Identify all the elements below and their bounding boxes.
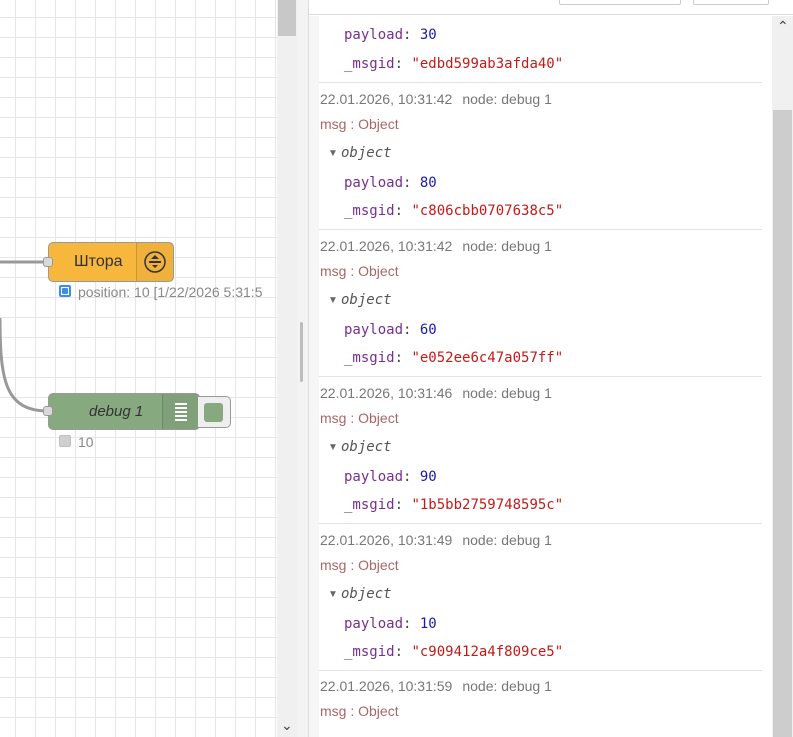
payload-property: payload: 60	[344, 322, 437, 338]
debug-input-port[interactable]	[43, 406, 53, 416]
shtora-node-label: Штора	[74, 253, 123, 270]
blinds-icon	[144, 251, 166, 273]
message-topic: msg : Object	[320, 116, 399, 132]
debug-message: 22.01.2026, 10:31:49 node: debug 1 msg : …	[319, 524, 762, 671]
canvas-scroll-thumb[interactable]	[278, 0, 296, 36]
debug-node[interactable]: debug 1	[48, 393, 200, 430]
message-node-link[interactable]: node: debug 1	[462, 91, 552, 107]
message-timestamp: 22.01.2026, 10:31:49	[320, 532, 453, 548]
msgid-property: _msgid: "edbd599ab3afda40"	[344, 56, 564, 72]
object-label[interactable]: object	[341, 439, 392, 455]
toolbar-divider	[309, 14, 793, 15]
caret-down-icon[interactable]: ▼	[328, 295, 338, 306]
shtora-node[interactable]: Штора	[48, 242, 174, 282]
caret-down-icon[interactable]: ▼	[328, 442, 338, 453]
message-meta: 22.01.2026, 10:31:46 node: debug 1	[320, 385, 552, 401]
list-gutter	[309, 16, 319, 737]
debug-status-dot	[59, 435, 71, 447]
object-label[interactable]: object	[341, 586, 392, 602]
msgid-property: _msgid: "e052ee6c47a057ff"	[344, 350, 564, 366]
message-timestamp: 22.01.2026, 10:31:42	[320, 238, 453, 254]
message-timestamp: 22.01.2026, 10:31:42	[320, 91, 453, 107]
debug-message: 22.01.2026, 10:31:42 node: debug 1 msg : …	[319, 230, 762, 377]
wires	[0, 260, 49, 413]
object-label[interactable]: object	[341, 292, 392, 308]
panel-splitter[interactable]	[297, 0, 309, 737]
message-topic: msg : Object	[320, 703, 399, 719]
debug-message: payload: 30 _msgid: "edbd599ab3afda40"	[319, 16, 762, 83]
canvas-scrollbar[interactable]: ⌄	[277, 0, 297, 737]
shtora-input-port[interactable]	[43, 257, 53, 267]
caret-down-icon[interactable]: ▼	[328, 148, 338, 159]
msgid-property: _msgid: "c909412a4f809ce5"	[344, 644, 564, 660]
debug-toggle-knob	[204, 403, 223, 422]
debug-list-scrollbar[interactable]: ⌃	[772, 16, 793, 737]
message-topic: msg : Object	[320, 263, 399, 279]
chevron-up-icon[interactable]: ⌃	[777, 18, 789, 35]
debug-node-label: debug 1	[89, 403, 144, 420]
debug-message: 22.01.2026, 10:31:59 node: debug 1 msg : …	[319, 671, 762, 737]
message-timestamp: 22.01.2026, 10:31:46	[320, 385, 453, 401]
debug-icon-area	[162, 394, 199, 429]
payload-property: payload: 10	[344, 616, 437, 632]
message-timestamp: 22.01.2026, 10:31:59	[320, 678, 453, 694]
message-meta: 22.01.2026, 10:31:42 node: debug 1	[320, 238, 552, 254]
debug-sidebar: payload: 30 _msgid: "edbd599ab3afda40" 2…	[309, 0, 793, 737]
object-label[interactable]: object	[341, 145, 392, 161]
caret-down-icon[interactable]: ▼	[328, 589, 338, 600]
payload-property: payload: 30	[344, 27, 437, 43]
flow-canvas[interactable]: Штора position: 10 [1/22/2026 5:31:5 deb…	[0, 0, 277, 737]
debug-status-text: 10	[78, 434, 94, 450]
message-meta: 22.01.2026, 10:31:59 node: debug 1	[320, 678, 552, 694]
shtora-status-dot	[59, 285, 71, 297]
msgid-property: _msgid: "c806cbb0707638c5"	[344, 203, 564, 219]
list-icon	[175, 403, 187, 421]
message-meta: 22.01.2026, 10:31:42 node: debug 1	[320, 91, 552, 107]
debug-toggle-button[interactable]	[198, 396, 231, 428]
message-meta: 22.01.2026, 10:31:49 node: debug 1	[320, 532, 552, 548]
clear-button[interactable]	[693, 0, 769, 5]
shtora-icon-area	[136, 243, 173, 281]
payload-property: payload: 90	[344, 469, 437, 485]
chevron-down-icon[interactable]: ⌄	[281, 718, 293, 732]
message-node-link[interactable]: node: debug 1	[462, 532, 552, 548]
payload-property: payload: 80	[344, 175, 437, 191]
message-node-link[interactable]: node: debug 1	[462, 238, 552, 254]
debug-message: 22.01.2026, 10:31:42 node: debug 1 msg : …	[319, 83, 762, 230]
wire-to-debug	[0, 317, 49, 413]
message-node-link[interactable]: node: debug 1	[462, 678, 552, 694]
splitter-grip[interactable]	[300, 322, 303, 382]
debug-message-list[interactable]: payload: 30 _msgid: "edbd599ab3afda40" 2…	[319, 16, 762, 737]
msgid-property: _msgid: "1b5bb2759748595c"	[344, 497, 564, 513]
debug-message: 22.01.2026, 10:31:46 node: debug 1 msg : …	[319, 377, 762, 524]
shtora-status-text: position: 10 [1/22/2026 5:31:5	[78, 284, 263, 300]
debug-list-scroll-thumb[interactable]	[773, 110, 792, 737]
message-topic: msg : Object	[320, 410, 399, 426]
message-topic: msg : Object	[320, 557, 399, 573]
filter-button[interactable]	[559, 0, 681, 5]
message-node-link[interactable]: node: debug 1	[462, 385, 552, 401]
